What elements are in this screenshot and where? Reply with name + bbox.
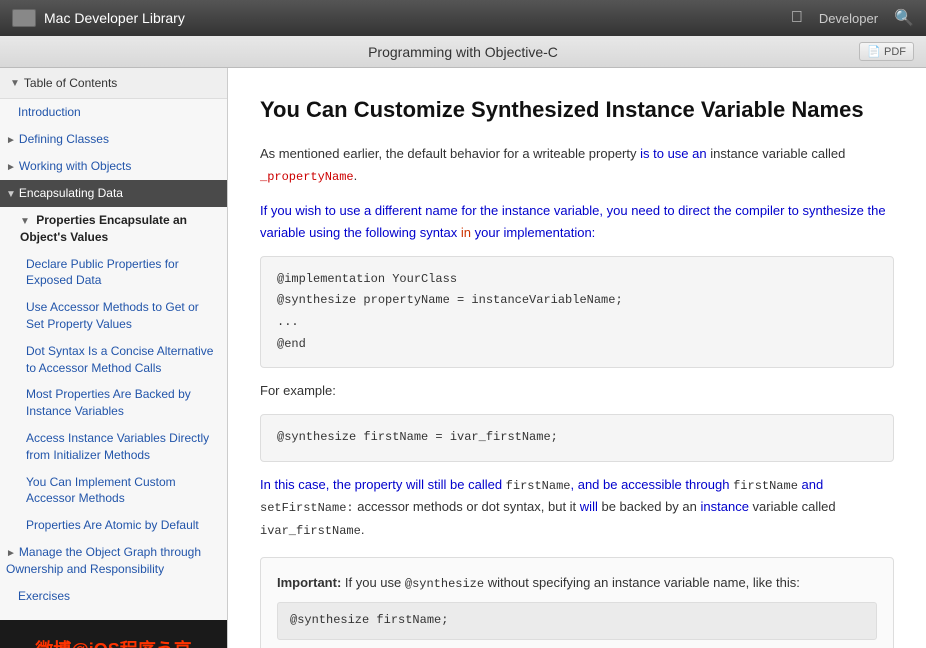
code-firstname-2: firstName	[733, 479, 798, 493]
sidebar-item-encapsulating-data[interactable]: ▼Encapsulating Data	[0, 180, 227, 207]
arrow-icon: ▼	[6, 189, 16, 200]
highlight-instance: instance	[502, 203, 550, 218]
sidebar-item-introduction[interactable]: Introduction	[0, 99, 227, 126]
sidebar-item-label: Properties Encapsulate an Object's Value…	[20, 213, 187, 244]
arrow-icon: ▼	[20, 216, 30, 227]
sidebar-item-declare-public[interactable]: Declare Public Properties for Exposed Da…	[0, 251, 227, 295]
watermark: 微博@iOS程序う哀	[0, 620, 227, 648]
sidebar-item-label: Exercises	[18, 589, 70, 603]
para1: As mentioned earlier, the default behavi…	[260, 143, 894, 187]
sidebar-item-dot-syntax[interactable]: Dot Syntax Is a Concise Alternative to A…	[0, 338, 227, 382]
highlight-in-this: In this case, the property will still be…	[260, 477, 506, 492]
arrow-icon: ►	[6, 135, 16, 146]
arrow-icon: ►	[6, 162, 16, 173]
sidebar-item-label: You Can Implement Custom Accessor Method…	[26, 475, 176, 506]
sidebar-item-label: Working with Objects	[19, 159, 131, 173]
highlight-writeable: is to use an	[640, 146, 707, 161]
pdf-icon: 📄	[867, 45, 881, 58]
sidebar-item-label: Manage the Object Graph through Ownershi…	[6, 545, 201, 576]
code-synthesize: @synthesize	[405, 577, 484, 591]
sidebar-item-manage-object-graph[interactable]: ►Manage the Object Graph through Ownersh…	[0, 539, 227, 583]
sidebar-item-label: Defining Classes	[19, 132, 109, 146]
sidebar-item-label: Most Properties Are Backed by Instance V…	[26, 387, 191, 418]
sidebar-item-access-instance[interactable]: Access Instance Variables Directly from …	[0, 425, 227, 469]
highlight-and: and	[798, 477, 823, 492]
sidebar-item-use-accessor[interactable]: Use Accessor Methods to Get or Set Prope…	[0, 294, 227, 338]
top-bar: Mac Developer Library  Developer 🔍	[0, 0, 926, 36]
code-block-2: @synthesize firstName = ivar_firstName;	[260, 414, 894, 462]
highlight-instance2: instance	[701, 499, 749, 514]
content-heading: You Can Customize Synthesized Instance V…	[260, 92, 894, 127]
sidebar-item-label: Dot Syntax Is a Concise Alternative to A…	[26, 344, 213, 375]
toc-toggle-icon[interactable]: ▼	[10, 78, 20, 89]
sidebar-item-label: Encapsulating Data	[19, 186, 123, 200]
sidebar-item-label: Use Accessor Methods to Get or Set Prope…	[26, 300, 199, 331]
inner-code-block: @synthesize firstName;	[277, 602, 877, 639]
pdf-label: PDF	[884, 46, 906, 58]
code-line-1: @implementation YourClass	[277, 269, 877, 291]
code-firstname-1: firstName	[506, 479, 571, 493]
sidebar-item-label: Properties Are Atomic by Default	[26, 518, 199, 532]
watermark-text: 微博@iOS程序う哀	[35, 640, 192, 648]
highlight-will: will	[580, 499, 598, 514]
top-bar-right:  Developer 🔍	[791, 8, 914, 28]
sidebar-item-label: Introduction	[18, 105, 81, 119]
sidebar-item-properties-encapsulate[interactable]: ▼ Properties Encapsulate an Object's Val…	[0, 207, 227, 251]
app-logo	[12, 9, 36, 27]
sidebar-item-defining-classes[interactable]: ►Defining Classes	[0, 126, 227, 153]
inner-code-text: @synthesize firstName;	[290, 613, 448, 627]
important-para1: Important: If you use @synthesize withou…	[277, 572, 877, 594]
code-ivar: ivar_firstName	[260, 524, 361, 538]
text-period: .	[361, 522, 365, 537]
app-title: Mac Developer Library	[44, 10, 791, 26]
text-variable: variable called	[749, 499, 836, 514]
code-example: @synthesize firstName = ivar_firstName;	[277, 430, 558, 444]
code-property-name: _propertyName	[260, 170, 354, 184]
toc-label: Table of Contents	[24, 76, 117, 90]
code-line-2: @synthesize propertyName = instanceVaria…	[277, 290, 877, 312]
text-backed: be backed by an	[598, 499, 701, 514]
content-area: You Can Customize Synthesized Instance V…	[228, 68, 926, 648]
code-block-1: @implementation YourClass @synthesize pr…	[260, 256, 894, 368]
highlight-accessible: , and be accessible through	[570, 477, 733, 492]
pdf-button[interactable]: 📄 PDF	[859, 42, 914, 61]
code-setfirstname: setFirstName:	[260, 501, 354, 515]
code-line-4: @end	[277, 334, 877, 356]
para2: If you wish to use a different name for …	[260, 200, 894, 244]
sidebar-item-properties-atomic[interactable]: Properties Are Atomic by Default	[0, 512, 227, 539]
text-accessor: accessor methods or dot syntax, but it	[354, 499, 580, 514]
document-title: Programming with Objective-C	[368, 44, 558, 60]
important-label: Important:	[277, 575, 341, 590]
sidebar-item-working-with-objects[interactable]: ►Working with Objects	[0, 153, 227, 180]
highlight-in: in	[461, 225, 471, 240]
developer-label: Developer	[819, 11, 878, 26]
sidebar-item-label: Declare Public Properties for Exposed Da…	[26, 257, 179, 288]
important-box: Important: If you use @synthesize withou…	[260, 557, 894, 648]
code-line-3: ...	[277, 312, 877, 334]
for-example-label: For example:	[260, 380, 894, 402]
sidebar-item-custom-accessor[interactable]: You Can Implement Custom Accessor Method…	[0, 469, 227, 513]
para3: In this case, the property will still be…	[260, 474, 894, 541]
sub-bar: Programming with Objective-C 📄 PDF	[0, 36, 926, 68]
sidebar-item-label: Access Instance Variables Directly from …	[26, 431, 209, 462]
sidebar: ▼ Table of Contents Introduction ►Defini…	[0, 68, 228, 648]
toc-header[interactable]: ▼ Table of Contents	[0, 68, 227, 99]
sidebar-item-exercises[interactable]: Exercises	[0, 583, 227, 610]
arrow-icon: ►	[6, 548, 16, 559]
apple-icon: 	[791, 9, 803, 27]
main-container: ▼ Table of Contents Introduction ►Defini…	[0, 68, 926, 648]
search-icon[interactable]: 🔍	[894, 8, 914, 28]
sidebar-item-most-properties[interactable]: Most Properties Are Backed by Instance V…	[0, 381, 227, 425]
